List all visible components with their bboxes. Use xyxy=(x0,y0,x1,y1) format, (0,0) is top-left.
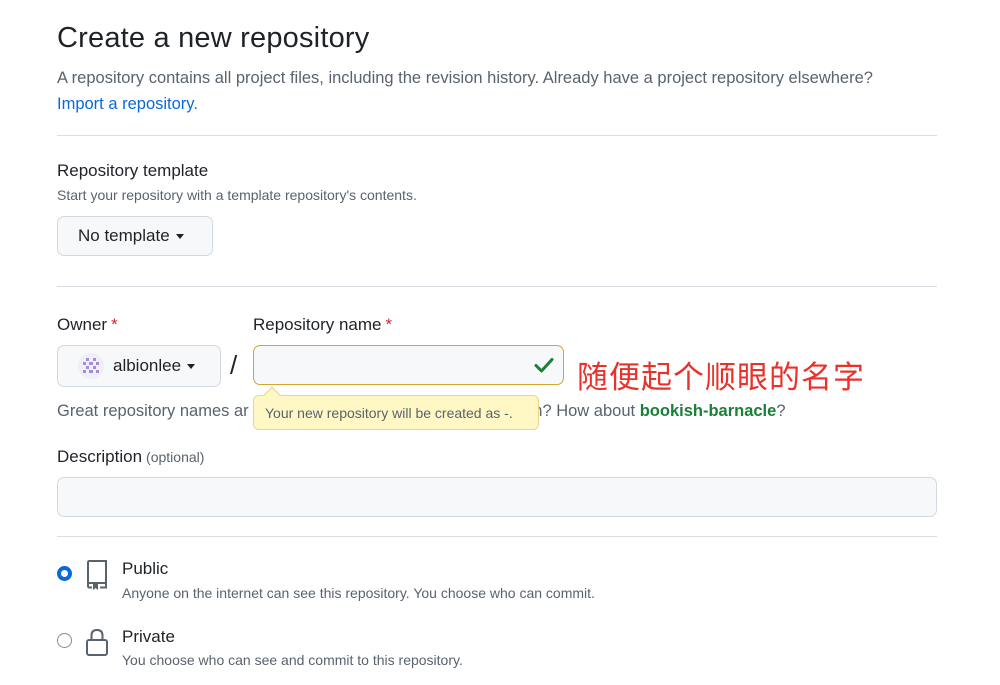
required-mark: * xyxy=(385,315,393,334)
repo-name-label-text: Repository name xyxy=(253,315,382,334)
owner-repo-separator: / xyxy=(230,350,238,380)
template-dropdown-button[interactable]: No template xyxy=(57,216,213,256)
hint-text-start: Great repository names ar xyxy=(57,402,249,420)
repo-icon xyxy=(84,559,110,596)
owner-name: albionlee xyxy=(113,356,182,375)
tooltip-text: Your new repository will be created as -… xyxy=(265,404,513,421)
caret-down-icon xyxy=(175,233,184,239)
owner-dropdown-button[interactable]: albionlee xyxy=(57,345,221,387)
required-mark: * xyxy=(111,315,118,334)
optional-tag: (optional) xyxy=(146,449,205,465)
private-title: Private xyxy=(122,627,175,646)
annotation-text: 随便起个顺眼的名字 xyxy=(577,360,865,396)
page-subtitle: A repository contains all project files,… xyxy=(57,65,957,117)
public-description: Anyone on the internet can see this repo… xyxy=(122,585,595,601)
identicon-avatar-icon xyxy=(78,353,104,379)
public-title: Public xyxy=(122,559,169,578)
tooltip-arrow xyxy=(263,386,281,404)
template-dropdown-label: No template xyxy=(78,226,170,245)
import-repository-link[interactable]: Import a repository. xyxy=(57,95,198,113)
owner-label: Owner * xyxy=(57,315,118,335)
divider xyxy=(57,135,937,136)
repo-name-label: Repository name * xyxy=(253,315,392,335)
divider xyxy=(57,286,937,287)
public-radio[interactable] xyxy=(57,566,72,581)
template-description: Start your repository with a template re… xyxy=(57,187,417,203)
repo-name-tooltip: Your new repository will be created as -… xyxy=(253,386,539,430)
description-label-text: Description xyxy=(57,447,143,466)
description-label: Description (optional) xyxy=(57,447,204,467)
suggested-name-link[interactable]: bookish-barnacle xyxy=(640,402,777,420)
subtitle-text: A repository contains all project files,… xyxy=(57,69,873,87)
template-title: Repository template xyxy=(57,161,209,180)
page-title: Create a new repository xyxy=(57,22,370,54)
private-description: You choose who can see and commit to thi… xyxy=(122,652,463,668)
divider xyxy=(57,536,937,537)
caret-down-icon xyxy=(187,363,196,369)
lock-icon xyxy=(84,626,110,663)
hint-question-mark: ? xyxy=(776,402,786,420)
repo-name-input[interactable] xyxy=(253,345,564,385)
owner-label-text: Owner xyxy=(57,315,108,334)
private-radio[interactable] xyxy=(57,633,72,648)
description-input[interactable] xyxy=(57,477,937,517)
check-icon xyxy=(533,354,555,381)
